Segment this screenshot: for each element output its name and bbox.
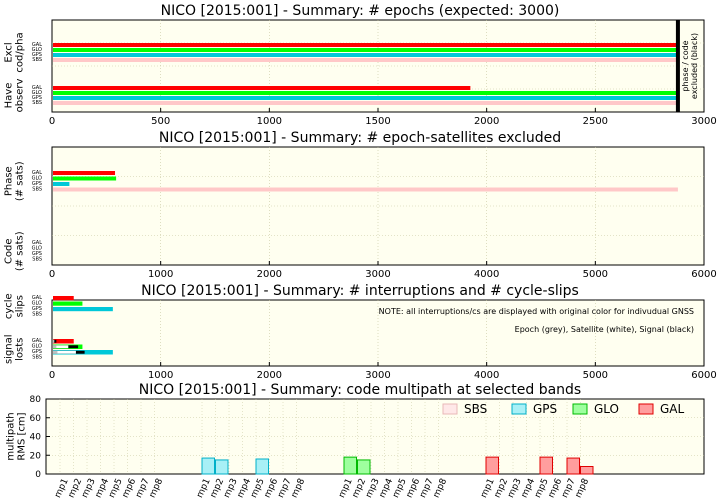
panel-1-title: NICO [2015:001] - Summary: # epochs (exp… bbox=[161, 3, 560, 19]
bar-gal bbox=[53, 171, 116, 175]
x-tick-label: 0 bbox=[49, 116, 55, 127]
group-label-group: Code(# sats) bbox=[4, 231, 26, 271]
y-axis-label-group: multipathRMS [cm] bbox=[6, 412, 28, 460]
y-tick-label: 80 bbox=[30, 395, 42, 405]
annotation-legend: Epoch (grey), Satellite (white), Signal … bbox=[515, 325, 694, 334]
bar-epoch-segment bbox=[53, 350, 58, 354]
x-tick-label: 2000 bbox=[257, 269, 282, 280]
summary-chart-canvas: NICO [2015:001] - Summary: # epochs (exp… bbox=[4, 3, 717, 500]
group-label: cycleslips bbox=[4, 293, 26, 319]
mp-bar-glo bbox=[343, 456, 357, 475]
y-axis-label: multipathRMS [cm] bbox=[6, 412, 28, 460]
mp-bar-gal bbox=[485, 456, 499, 475]
bar-sbs bbox=[53, 101, 678, 105]
y-tick-label: 60 bbox=[30, 414, 42, 424]
annotation-note: NOTE: all interruptions/cs are displayed… bbox=[379, 307, 694, 316]
x-tick-label: 5000 bbox=[583, 370, 608, 381]
legend-swatch-gal bbox=[638, 403, 654, 415]
x-tick-label: 4000 bbox=[474, 370, 499, 381]
group-label: Code(# sats) bbox=[4, 231, 26, 271]
legend-label-sbs: SBS bbox=[464, 402, 487, 416]
mp-category-label: mp8 bbox=[290, 477, 308, 500]
group-label-group: Haveobserv bbox=[4, 78, 26, 112]
x-tick-label: 1000 bbox=[148, 370, 173, 381]
group-label-group: Phase(# sats) bbox=[4, 161, 26, 201]
group-label-group: Exclcod/pha bbox=[4, 32, 26, 72]
group-label: Exclcod/pha bbox=[4, 32, 26, 72]
x-tick-label: 3000 bbox=[365, 269, 390, 280]
x-tick-label: 3000 bbox=[365, 370, 390, 381]
group-label-group: signallosts bbox=[4, 334, 26, 364]
marker-label-group: phase / codeexcluded (black) bbox=[681, 33, 699, 99]
x-tick-label: 5000 bbox=[583, 269, 608, 280]
group-label: Phase(# sats) bbox=[4, 161, 26, 201]
x-tick-label: 3000 bbox=[691, 116, 716, 127]
x-tick-label: 6000 bbox=[691, 269, 716, 280]
marker-label: phase / codeexcluded (black) bbox=[681, 33, 699, 99]
panel-2-plot-area bbox=[51, 146, 705, 266]
panel-3-title: NICO [2015:001] - Summary: # interruptio… bbox=[141, 283, 579, 299]
x-tick-label: 6000 bbox=[691, 370, 716, 381]
bar-epoch-segment bbox=[53, 339, 55, 343]
bar-gal bbox=[53, 86, 471, 90]
mp-bar-gal bbox=[566, 457, 580, 475]
legend-label-gps: GPS bbox=[533, 402, 557, 416]
system-label: SBS bbox=[32, 100, 42, 106]
mp-bar-glo bbox=[357, 459, 371, 475]
system-label: SBS bbox=[32, 57, 42, 63]
x-tick-label: 1000 bbox=[257, 116, 282, 127]
legend-swatch-gps bbox=[511, 403, 527, 415]
bar-gal bbox=[53, 296, 74, 301]
group-label: Haveobserv bbox=[4, 78, 26, 112]
marker-bar bbox=[675, 20, 680, 112]
system-label: SBS bbox=[32, 257, 42, 263]
x-tick-label: 0 bbox=[49, 370, 55, 381]
x-tick-label: 4000 bbox=[474, 269, 499, 280]
x-tick-label: 1000 bbox=[148, 269, 173, 280]
bar-glo bbox=[53, 301, 83, 306]
panel-4-title: NICO [2015:001] - Summary: code multipat… bbox=[139, 382, 581, 398]
system-label: SBS bbox=[32, 312, 42, 318]
y-tick-label: 20 bbox=[30, 451, 42, 461]
mp-category-label: mp8 bbox=[574, 477, 592, 500]
legend-swatch-glo bbox=[572, 403, 588, 415]
panel-2-title: NICO [2015:001] - Summary: # epoch-satel… bbox=[159, 130, 561, 146]
mp-bar-gps bbox=[255, 458, 269, 475]
bar-gps bbox=[53, 53, 678, 57]
x-tick-label: 2000 bbox=[257, 370, 282, 381]
mp-category-label: mp8 bbox=[432, 477, 450, 500]
x-tick-label: 500 bbox=[151, 116, 170, 127]
bar-gal bbox=[53, 43, 678, 47]
mp-bar-gal bbox=[539, 456, 553, 475]
x-tick-label: 2000 bbox=[474, 116, 499, 127]
system-label: SBS bbox=[32, 187, 42, 193]
x-tick-label: 2500 bbox=[583, 116, 608, 127]
legend-swatch-sbs bbox=[442, 403, 458, 415]
bar-gps bbox=[53, 307, 113, 312]
x-tick-label: 1500 bbox=[365, 116, 390, 127]
bar-glo bbox=[53, 48, 678, 52]
bar-gps bbox=[53, 182, 70, 186]
bar-sbs bbox=[53, 187, 678, 192]
x-tick-label: 0 bbox=[49, 269, 55, 280]
mp-bar-gal bbox=[580, 466, 594, 475]
bar-glo bbox=[53, 176, 117, 181]
legend-label-gal: GAL bbox=[660, 402, 685, 416]
group-label: signallosts bbox=[4, 334, 26, 364]
bar-glo bbox=[53, 91, 678, 95]
mp-bar-gps bbox=[201, 457, 215, 475]
bar-epoch-segment bbox=[53, 345, 57, 349]
mp-bar-gps bbox=[215, 459, 229, 475]
mp-category-label: mp8 bbox=[148, 477, 166, 500]
bar-gps bbox=[53, 96, 678, 100]
legend-label-glo: GLO bbox=[594, 402, 619, 416]
y-tick-label: 0 bbox=[35, 470, 41, 480]
group-label-group: cycleslips bbox=[4, 293, 26, 319]
system-label: SBS bbox=[32, 355, 42, 361]
y-tick-label: 40 bbox=[30, 433, 42, 443]
bar-sbs bbox=[53, 58, 678, 62]
